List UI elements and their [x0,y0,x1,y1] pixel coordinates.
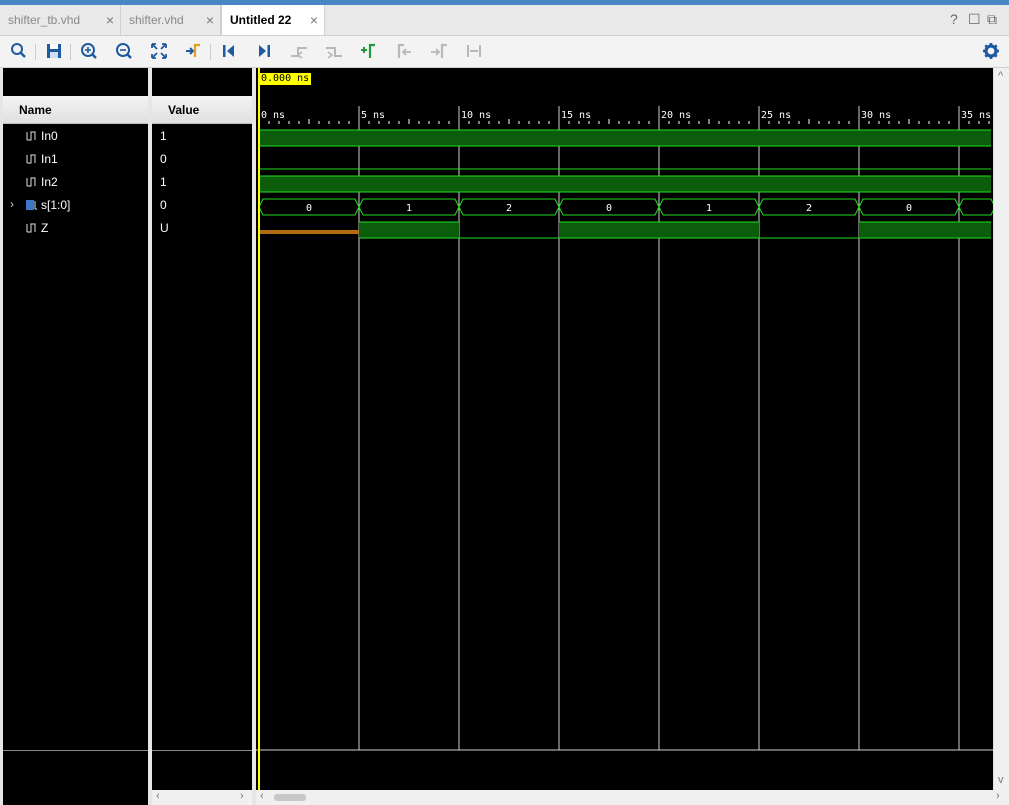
bus-signal-icon [26,200,37,210]
signal-name: In2 [41,175,58,189]
bus-value-label: 1 [706,203,712,214]
tab-untitled-22[interactable]: Untitled 22 × [221,5,325,35]
close-icon[interactable]: × [310,12,318,28]
go-to-last-time-icon[interactable] [253,40,275,62]
search-icon[interactable] [8,40,30,62]
pane-bottom-rule [3,750,148,751]
signal-row-in2[interactable]: In2 [0,171,148,194]
time-tick-label: 10 ns [461,110,491,121]
time-tick-label: 15 ns [561,110,591,121]
high-level-fill [859,222,959,238]
time-tick-label: 5 ns [361,110,385,121]
cursor-time-label[interactable]: 0.000 ns [259,73,312,85]
scroll-thumb[interactable] [274,794,306,801]
pane-bottom-rule [152,750,252,751]
wave-horizontal-scrollbar[interactable]: ‹ › [256,790,1009,805]
expand-chevron-icon[interactable]: › [10,197,14,211]
value-horizontal-scrollbar[interactable]: ‹ › [152,790,252,805]
bus-segment [958,198,993,216]
signal-row-z[interactable]: Z [0,217,148,240]
bus-value-label: 1 [406,203,412,214]
scroll-left-icon[interactable]: ‹ [260,790,264,802]
value-column-header[interactable]: Value [152,96,252,124]
toolbar-separator [70,44,71,60]
signal-row-s[interactable]: › s[1:0] [0,194,148,217]
zoom-in-icon[interactable] [78,40,100,62]
scroll-down-icon[interactable]: v [998,774,1004,786]
bus-value-label: 0 [306,203,312,214]
tab-label: Untitled 22 [230,13,292,27]
scroll-right-icon[interactable]: › [240,790,244,802]
bus-value-label: 0 [606,203,612,214]
close-icon[interactable]: × [106,12,114,28]
vertical-scrollbar[interactable]: ^ v [993,68,1009,790]
signal-value: 1 [160,129,167,143]
signal-name: s[1:0] [41,198,71,212]
high-level-fill [259,130,991,146]
toolbar-separator [35,44,36,60]
high-level-fill [959,222,991,238]
save-icon[interactable] [43,40,65,62]
zoom-fit-icon[interactable] [148,40,170,62]
high-level-fill [559,222,659,238]
signal-row-in0[interactable]: In0 [0,125,148,148]
high-level-fill [259,176,991,192]
signal-value: U [160,221,169,235]
help-icon[interactable]: ? [950,11,958,27]
go-to-time-zero-icon[interactable] [218,40,240,62]
signal-name: In1 [41,152,58,166]
time-tick-label: 35 ns [961,110,991,121]
zoom-out-icon[interactable] [113,40,135,62]
add-marker-icon[interactable] [358,40,380,62]
waveform-canvas[interactable]: 0 ns 5 ns 10 ns 15 ns 20 ns 25 ns 30 ns 35 ns 0 1… [256,68,993,790]
scroll-left-icon[interactable]: ‹ [156,790,160,802]
time-tick-label: 25 ns [761,110,791,121]
tab-shifter-tb[interactable]: shifter_tb.vhd × [0,5,121,35]
high-level-fill [659,222,759,238]
tab-bar: shifter_tb.vhd × shifter.vhd × Untitled … [0,5,1009,36]
swap-cursors-icon[interactable] [463,40,485,62]
signal-value: 0 [160,152,167,166]
signal-value: 0 [160,198,167,212]
settings-gear-icon[interactable] [980,40,1002,62]
bus-value-label: 2 [806,203,812,214]
signal-row-in1[interactable]: In1 [0,148,148,171]
bus-value-label: 0 [906,203,912,214]
high-level-fill [359,222,459,238]
tab-label: shifter_tb.vhd [8,13,81,27]
next-marker-icon[interactable] [428,40,450,62]
close-icon[interactable]: × [206,12,214,28]
previous-transition-icon[interactable] [288,40,310,62]
signal-name: In0 [41,129,58,143]
go-to-cursor-icon[interactable] [183,40,205,62]
scalar-signal-icon [26,154,36,164]
restore-icon[interactable]: ☐ [968,11,981,28]
time-tick-label: 20 ns [661,110,691,121]
waveform-svg: 0 ns 5 ns 10 ns 15 ns 20 ns 25 ns 30 ns 35 ns 0 1… [256,68,993,790]
undefined-segment [259,230,359,234]
time-tick-label: 30 ns [861,110,891,121]
signal-name: Z [41,221,49,235]
pane-splitter[interactable] [148,68,152,805]
waveform-toolbar [0,36,1009,68]
scalar-signal-icon [26,131,36,141]
scroll-right-icon[interactable]: › [996,790,1000,802]
float-icon[interactable]: ⧉ [987,11,997,28]
tab-label: shifter.vhd [129,13,184,27]
previous-marker-icon[interactable] [393,40,415,62]
next-transition-icon[interactable] [323,40,345,62]
scalar-signal-icon [26,223,36,233]
tab-shifter[interactable]: shifter.vhd × [121,5,221,35]
scalar-signal-icon [26,177,36,187]
toolbar-separator [210,44,211,60]
bus-value-label: 2 [506,203,512,214]
name-column-header[interactable]: Name [3,96,148,124]
scroll-up-icon[interactable]: ^ [998,70,1003,82]
signal-value: 1 [160,175,167,189]
time-tick-label: 0 ns [261,110,285,121]
